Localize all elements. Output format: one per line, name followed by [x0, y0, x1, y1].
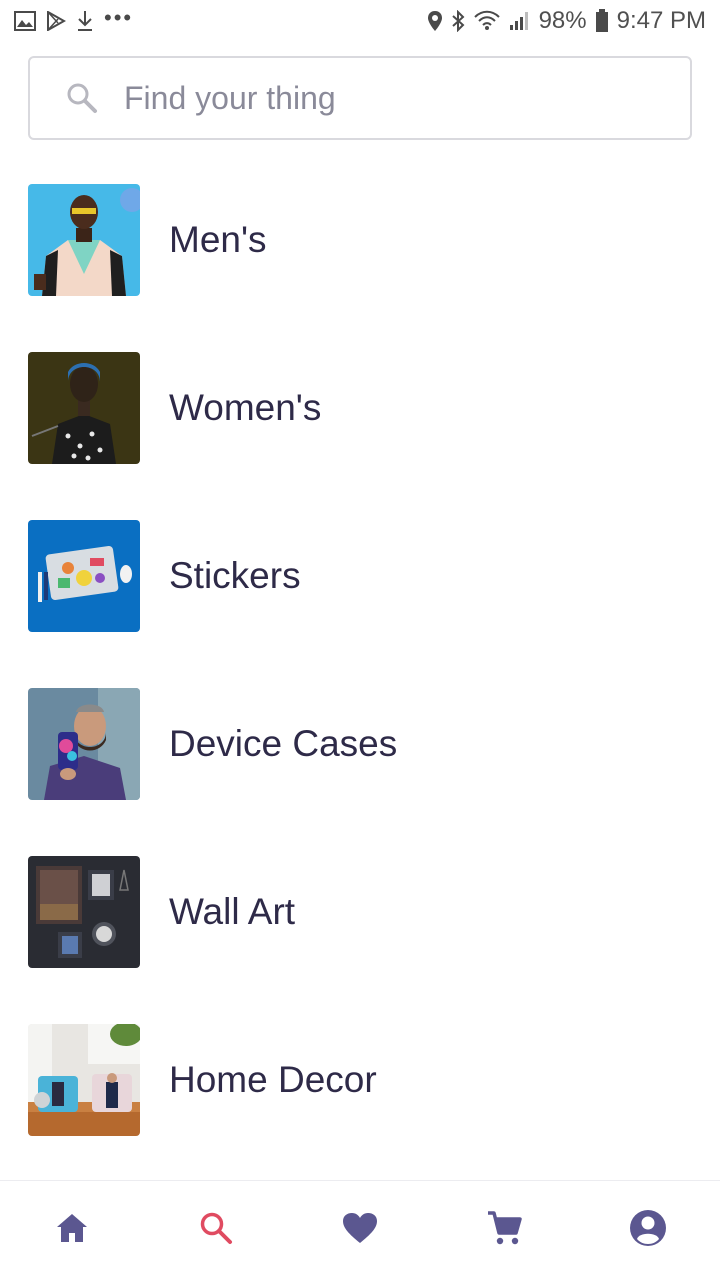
wifi-icon: [473, 10, 501, 32]
category-label: Wall Art: [169, 891, 296, 932]
heart-icon: [342, 1212, 378, 1249]
search-icon: [66, 82, 98, 114]
nav-search[interactable]: [144, 1181, 288, 1280]
account-icon: [629, 1209, 667, 1252]
search-icon: [199, 1211, 233, 1250]
signal-icon: [509, 11, 531, 31]
category-label: Men's: [169, 219, 267, 260]
screen: ••• 98% 9:47 PM Find your thing Men's Wo…: [0, 0, 720, 1280]
category-item-womens[interactable]: Women's: [0, 324, 720, 492]
category-item-home-decor[interactable]: Home Decor: [0, 996, 720, 1164]
device-cases-thumbnail: [28, 688, 140, 800]
nav-home[interactable]: [0, 1181, 144, 1280]
nav-account[interactable]: [576, 1181, 720, 1280]
location-icon: [427, 10, 443, 32]
status-bar-right: 98% 9:47 PM: [427, 7, 706, 35]
category-item-mens[interactable]: Men's: [0, 156, 720, 324]
home-decor-thumbnail: [28, 1024, 140, 1136]
nav-cart[interactable]: [432, 1181, 576, 1280]
home-icon: [55, 1212, 89, 1249]
bottom-nav: [0, 1180, 720, 1280]
category-label: Device Cases: [169, 723, 398, 764]
stickers-thumbnail: [28, 520, 140, 632]
nav-favorites[interactable]: [288, 1181, 432, 1280]
category-label: Women's: [169, 387, 322, 428]
battery-percent: 98%: [538, 7, 587, 34]
more-dots-icon: •••: [104, 5, 134, 30]
category-item-device-cases[interactable]: Device Cases: [0, 660, 720, 828]
category-item-stickers[interactable]: Stickers: [0, 492, 720, 660]
wall-art-thumbnail: [28, 856, 140, 968]
status-bar: ••• 98% 9:47 PM: [0, 0, 720, 42]
battery-icon: [595, 9, 609, 33]
mens-thumbnail: [28, 184, 140, 296]
cart-icon: [486, 1210, 522, 1251]
status-bar-left: •••: [14, 5, 134, 32]
category-label: Home Decor: [169, 1059, 377, 1100]
play-store-icon: [46, 11, 66, 31]
bluetooth-icon: [451, 10, 465, 32]
category-item-wall-art[interactable]: Wall Art: [0, 828, 720, 996]
gallery-icon: [14, 11, 36, 31]
search-input[interactable]: [124, 79, 604, 117]
clock: 9:47 PM: [616, 7, 706, 34]
search-box[interactable]: [28, 56, 692, 140]
category-label: Stickers: [169, 555, 301, 596]
womens-thumbnail: [28, 352, 140, 464]
download-icon: [76, 10, 94, 32]
